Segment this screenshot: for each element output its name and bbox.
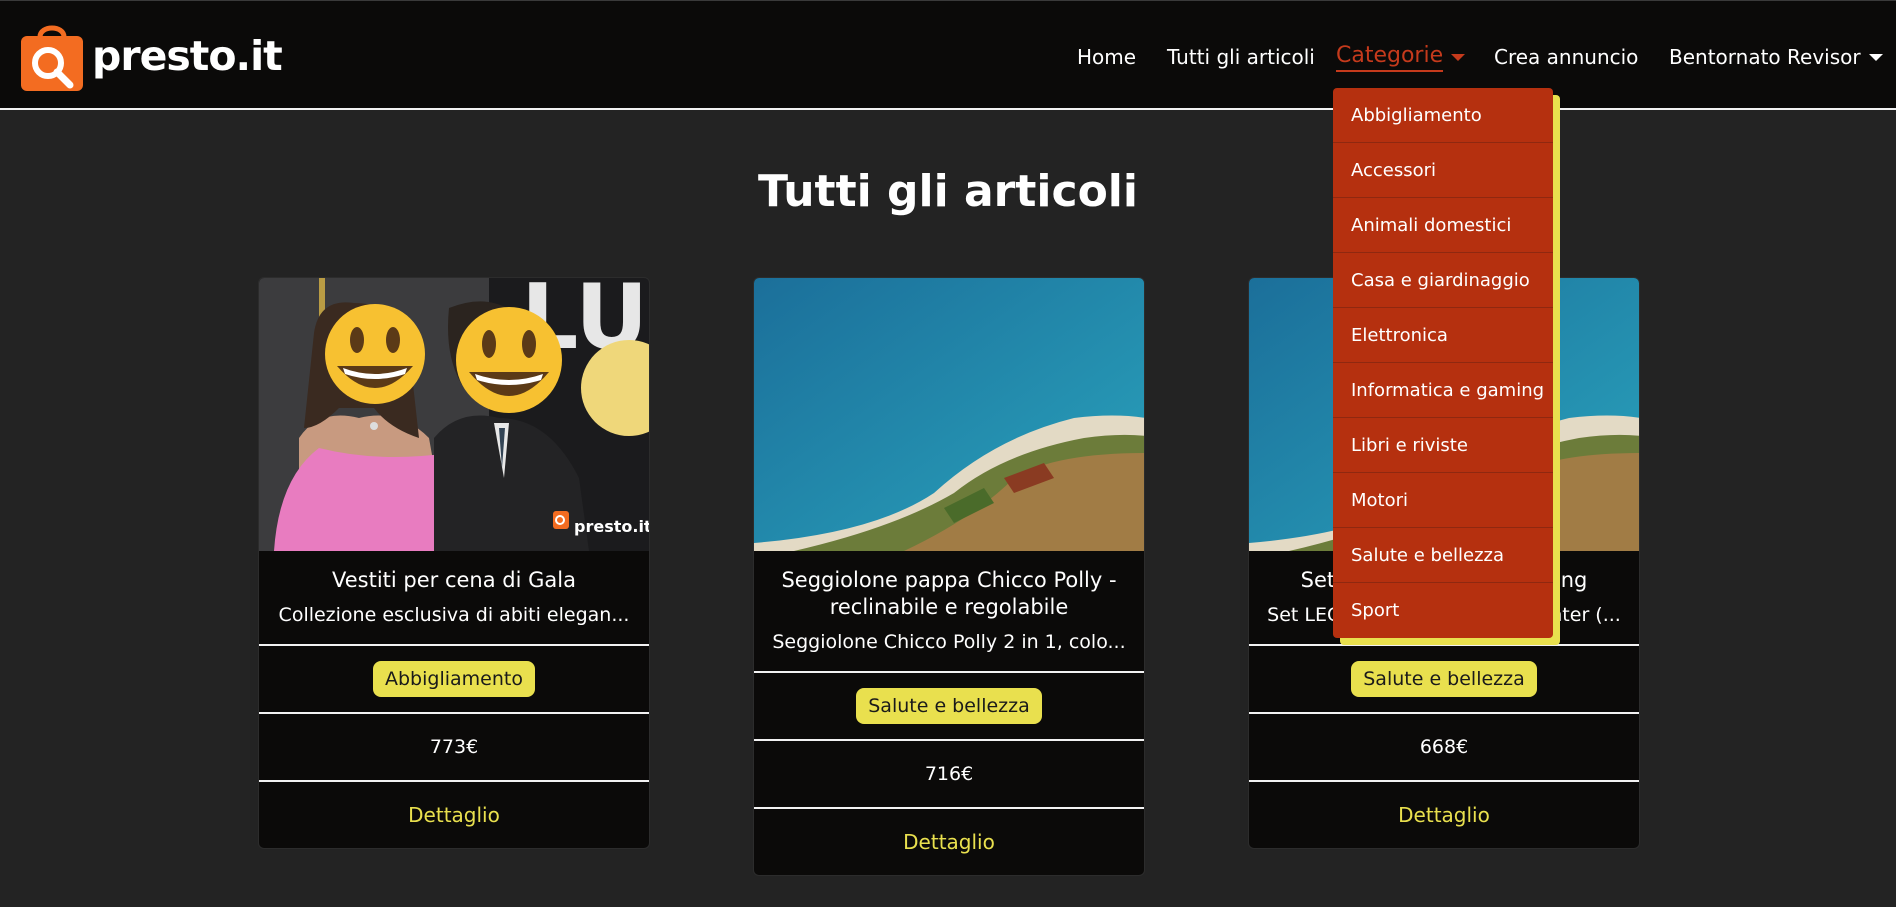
brand-name: presto.it	[92, 32, 283, 80]
category-badge[interactable]: Salute e bellezza	[856, 688, 1042, 724]
page-title: Tutti gli articoli	[758, 166, 1138, 217]
product-image[interactable]	[754, 278, 1144, 551]
watermark-text: presto.it	[574, 517, 650, 536]
shopping-bag-search-icon	[21, 25, 83, 91]
card-title: Vestiti per cena di Gala	[332, 568, 576, 592]
card-body: Vestiti per cena di Gala Collezione escl…	[259, 551, 649, 644]
dropdown-item-libri-riviste[interactable]: Libri e riviste	[1333, 418, 1553, 473]
coast-photo	[754, 278, 1144, 551]
nav-tutti-articoli[interactable]: Tutti gli articoli	[1167, 39, 1315, 75]
gala-photo: LU	[259, 278, 649, 551]
category-badge[interactable]: Salute e bellezza	[1351, 661, 1537, 697]
categorie-dropdown-menu: Abbigliamento Accessori Animali domestic…	[1333, 88, 1553, 638]
nav-crea-annuncio[interactable]: Crea annuncio	[1494, 39, 1638, 75]
nav-categorie-label: Categorie	[1336, 43, 1444, 72]
emoji-face-right	[456, 307, 562, 413]
card-body: Seggiolone pappa Chicco Polly - reclinab…	[754, 551, 1144, 671]
card-link-row: Dettaglio	[1249, 780, 1639, 848]
nav-home-label: Home	[1077, 45, 1137, 69]
card-title: Seggiolone pappa Chicco Polly - reclinab…	[781, 568, 1117, 619]
card-price-row: 716€	[754, 739, 1144, 807]
dropdown-item-motori[interactable]: Motori	[1333, 473, 1553, 528]
dropdown-item-abbigliamento[interactable]: Abbigliamento	[1333, 88, 1553, 143]
card-description: Collezione esclusiva di abiti elegan...	[278, 604, 630, 626]
price: 668€	[1419, 736, 1469, 758]
caret-down-icon	[1868, 53, 1883, 61]
nav-tutti-label: Tutti gli articoli	[1167, 45, 1315, 69]
detail-link[interactable]: Dettaglio	[408, 803, 500, 827]
caret-down-icon	[1451, 53, 1466, 61]
price: 773€	[429, 736, 479, 758]
detail-link[interactable]: Dettaglio	[1398, 803, 1490, 827]
card-price-row: 773€	[259, 712, 649, 780]
nav-home[interactable]: Home	[1077, 39, 1136, 75]
card-description: Seggiolone Chicco Polly 2 in 1, colo...	[772, 631, 1126, 653]
card-price-row: 668€	[1249, 712, 1639, 780]
dropdown-item-casa-giardinaggio[interactable]: Casa e giardinaggio	[1333, 253, 1553, 308]
detail-link[interactable]: Dettaglio	[903, 830, 995, 854]
card-link-row: Dettaglio	[754, 807, 1144, 875]
nav-user-label: Bentornato Revisor	[1669, 45, 1861, 69]
card-category-row: Salute e bellezza	[754, 671, 1144, 739]
dropdown-item-salute-bellezza[interactable]: Salute e bellezza	[1333, 528, 1553, 583]
dropdown-item-sport[interactable]: Sport	[1333, 583, 1553, 638]
nav-user-menu[interactable]: Bentornato Revisor	[1669, 39, 1883, 75]
nav-crea-label: Crea annuncio	[1494, 45, 1639, 69]
card-category-row: Salute e bellezza	[1249, 644, 1639, 712]
product-image[interactable]: LU presto.it	[259, 278, 650, 551]
nav-categorie-dropdown[interactable]: Categorie	[1336, 39, 1466, 75]
navbar: presto.it Home Tutti gli articoli Catego…	[0, 0, 1896, 110]
product-card: Seggiolone pappa Chicco Polly - reclinab…	[753, 277, 1145, 876]
brand[interactable]: presto.it	[18, 19, 283, 93]
dropdown-item-accessori[interactable]: Accessori	[1333, 143, 1553, 198]
price: 716€	[924, 763, 974, 785]
dropdown-item-informatica-gaming[interactable]: Informatica e gaming	[1333, 363, 1553, 418]
emoji-face-left	[325, 304, 425, 404]
dropdown-item-animali-domestici[interactable]: Animali domestici	[1333, 198, 1553, 253]
card-category-row: Abbigliamento	[259, 644, 649, 712]
product-card: LU presto.it Vestiti per cena di Gala Co…	[258, 277, 650, 849]
category-badge[interactable]: Abbigliamento	[373, 661, 535, 697]
dropdown-item-elettronica[interactable]: Elettronica	[1333, 308, 1553, 363]
card-link-row: Dettaglio	[259, 780, 649, 848]
